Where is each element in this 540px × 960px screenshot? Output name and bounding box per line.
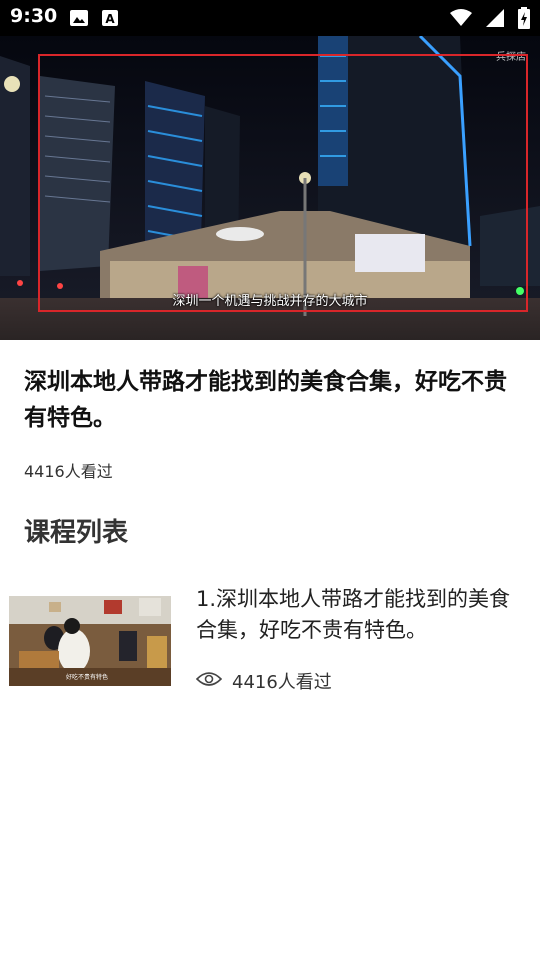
signal-icon — [486, 9, 504, 31]
lesson-thumbnail-caption: 好吃不贵有特色 — [66, 673, 108, 681]
text-a-icon: A — [102, 10, 118, 30]
svg-text:A: A — [105, 12, 115, 26]
lesson-thumbnail[interactable]: 好吃不贵有特色 — [9, 596, 171, 686]
wifi-icon — [450, 9, 472, 31]
section-title-course-list: 课程列表 — [24, 518, 129, 548]
lesson-views: 4416人看过 — [195, 668, 332, 694]
list-item[interactable]: 好吃不贵有特色 1.深圳本地人带路才能找到的美食合集，好吃不贵有特色。 4416… — [0, 580, 540, 700]
lesson-thumbnail-image: 好吃不贵有特色 — [9, 596, 171, 686]
battery-charging-icon — [518, 7, 530, 33]
lesson-title[interactable]: 1.深圳本地人带路才能找到的美食合集，好吃不贵有特色。 — [196, 584, 526, 646]
highlight-frame — [38, 54, 528, 312]
lesson-view-count: 4416人看过 — [232, 672, 332, 693]
image-icon — [70, 10, 88, 30]
status-time: 9:30 — [10, 5, 58, 27]
course-view-count: 4416人看过 — [24, 462, 113, 481]
eye-icon — [195, 671, 223, 692]
course-title: 深圳本地人带路才能找到的美食合集，好吃不贵有特色。 — [24, 369, 507, 431]
video-player[interactable]: 兵探店 深圳一个机遇与挑战并存的大城市 — [0, 36, 540, 340]
status-bar: 9:30 A — [0, 0, 540, 36]
